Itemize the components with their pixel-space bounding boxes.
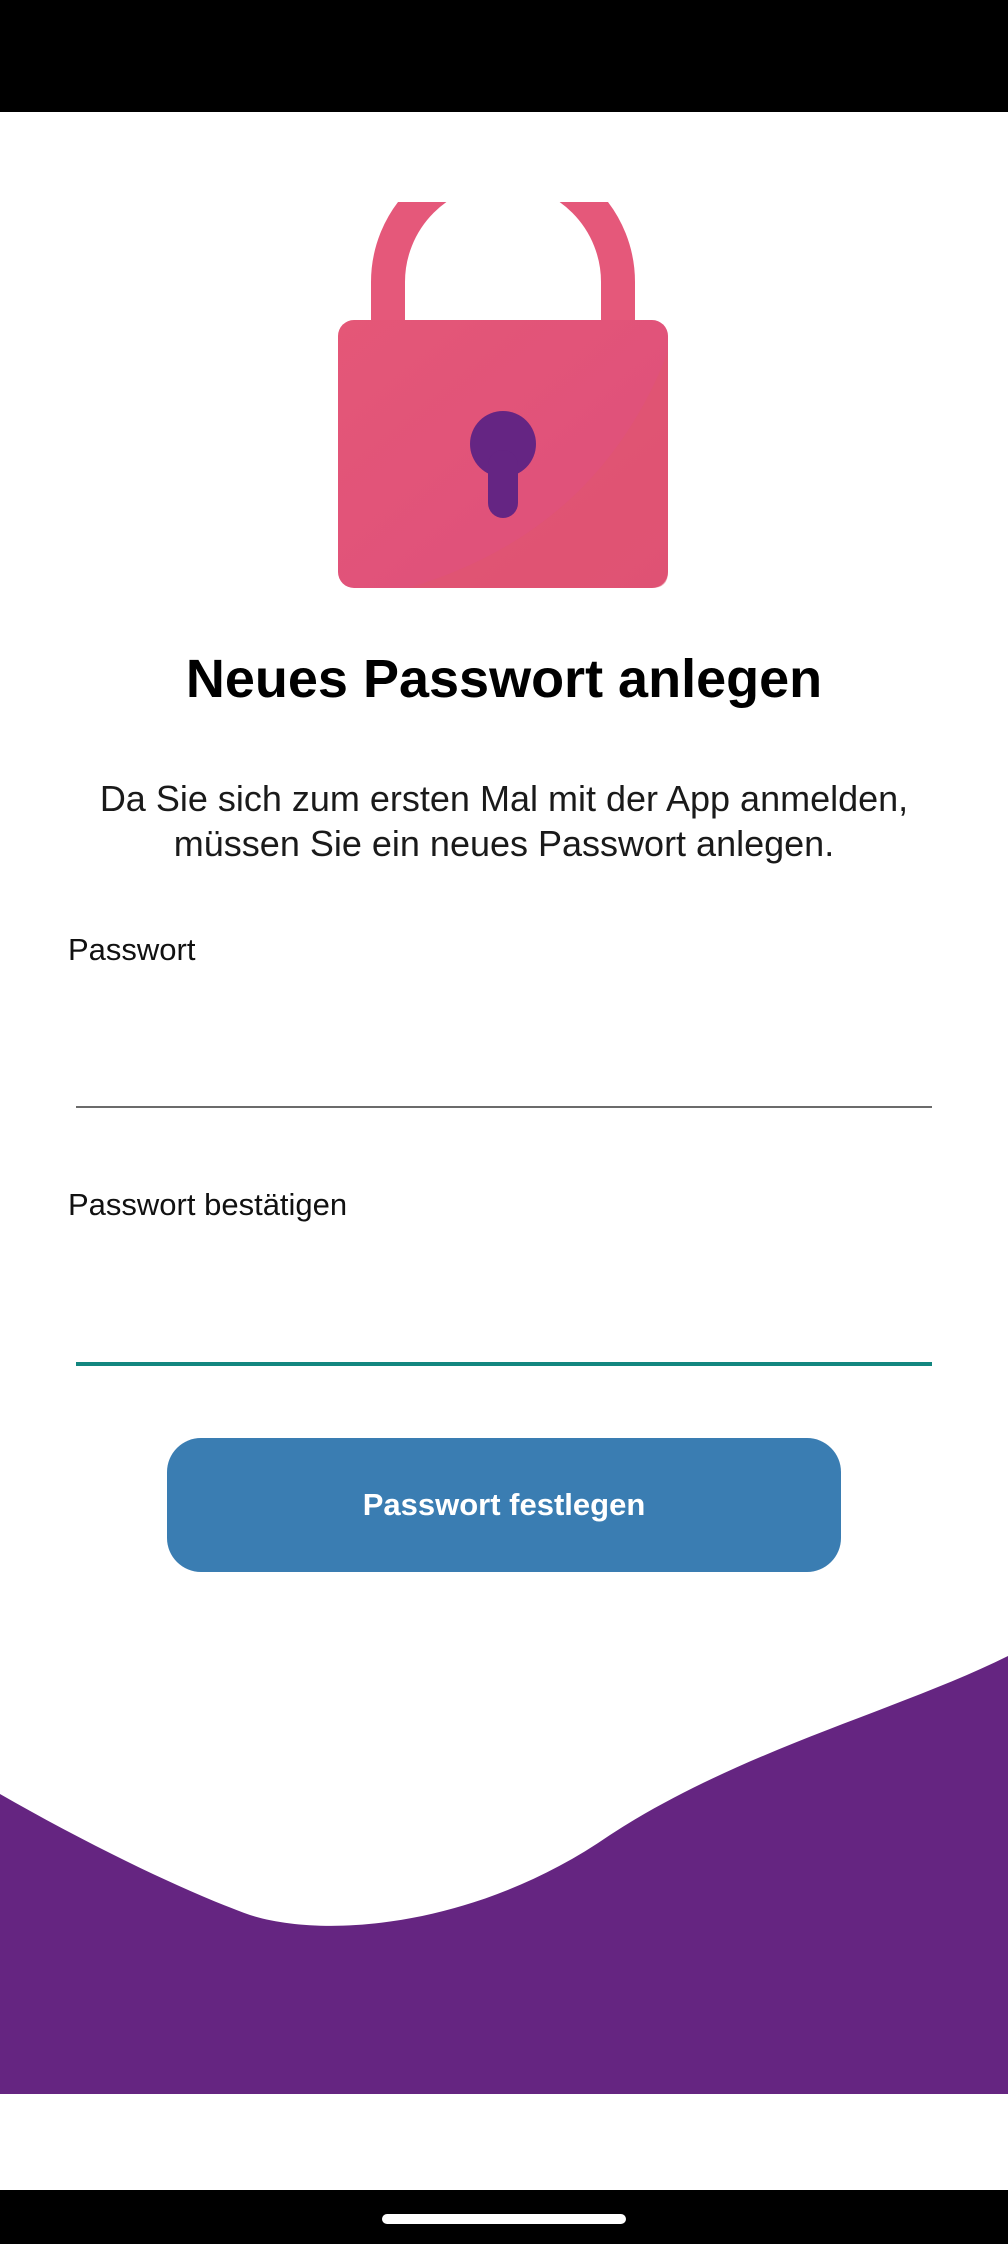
set-password-screen: Neues Passwort anlegen Da Sie sich zum e…	[0, 0, 1008, 2244]
confirm-password-input[interactable]	[76, 1276, 932, 1356]
password-label: Passwort	[68, 932, 196, 967]
confirm-password-label: Passwort bestätigen	[68, 1187, 348, 1222]
confirm-password-underline	[76, 1362, 932, 1366]
lock-shackle	[371, 202, 635, 322]
wave-decoration	[0, 1656, 1008, 2094]
set-password-button[interactable]: Passwort festlegen	[167, 1438, 841, 1572]
keyhole-stem	[488, 450, 518, 518]
password-input[interactable]	[76, 1020, 932, 1100]
status-bar	[0, 0, 1008, 112]
home-indicator[interactable]	[382, 2214, 626, 2224]
lock-icon	[338, 202, 668, 588]
navigation-bar	[0, 2190, 1008, 2244]
page-title: Neues Passwort anlegen	[185, 649, 823, 709]
page-description: Da Sie sich zum ersten Mal mit der App a…	[99, 778, 909, 864]
password-underline	[76, 1106, 932, 1108]
